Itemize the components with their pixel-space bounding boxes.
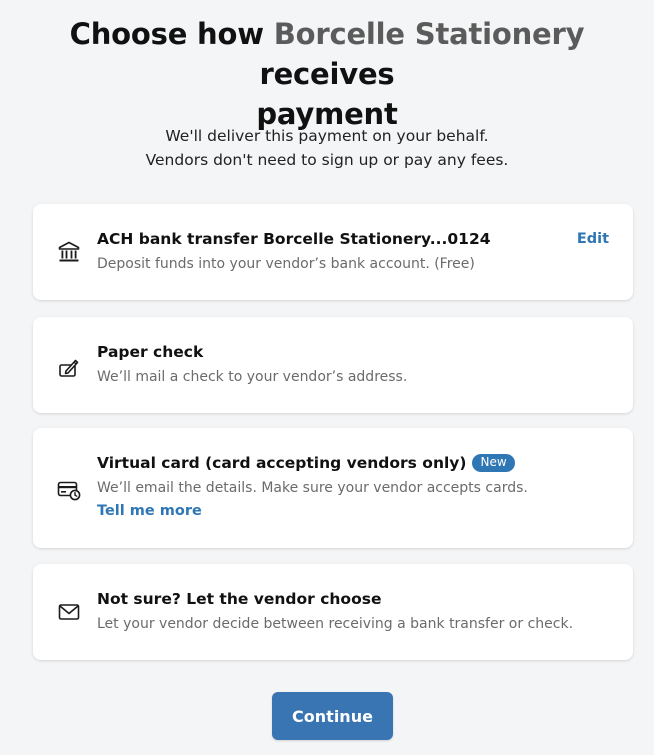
check-sign-icon <box>57 355 81 379</box>
virtual-card-icon <box>57 478 81 502</box>
page-title: Choose how Borcelle Stationery receives … <box>0 14 654 134</box>
option-card-paper-check[interactable]: Paper check We’ll mail a check to your v… <box>33 317 633 413</box>
option-card-virtual-card[interactable]: Virtual card (card accepting vendors onl… <box>33 428 633 548</box>
option-title-row: Virtual card (card accepting vendors onl… <box>97 454 515 472</box>
new-badge: New <box>472 454 515 472</box>
subtitle-line-1: We'll deliver this payment on your behal… <box>165 127 489 145</box>
option-description: We’ll email the details. Make sure your … <box>97 480 528 496</box>
bank-icon <box>57 240 81 264</box>
option-title: Not sure? Let the vendor choose <box>97 590 382 608</box>
edit-link[interactable]: Edit <box>577 231 609 247</box>
option-description: Deposit funds into your vendor’s bank ac… <box>97 256 475 272</box>
option-title: Paper check <box>97 343 204 361</box>
continue-button[interactable]: Continue <box>272 692 393 740</box>
option-title: Virtual card (card accepting vendors onl… <box>97 454 467 472</box>
envelope-icon <box>57 600 81 624</box>
option-description: We’ll mail a check to your vendor’s addr… <box>97 369 408 385</box>
tell-me-more-link[interactable]: Tell me more <box>97 503 202 519</box>
page-subtitle: We'll deliver this payment on your behal… <box>0 124 654 172</box>
option-card-ach-bank-transfer[interactable]: ACH bank transfer Borcelle Stationery...… <box>33 204 633 300</box>
option-title: ACH bank transfer Borcelle Stationery...… <box>97 230 491 248</box>
title-line-1: Choose how Borcelle Stationery receives <box>0 14 654 94</box>
title-prefix: Choose how <box>69 17 274 51</box>
subtitle-line-2: Vendors don't need to sign up or pay any… <box>145 151 509 169</box>
option-description: Let your vendor decide between receiving… <box>97 616 574 632</box>
title-suffix: receives <box>259 57 395 91</box>
vendor-name: Borcelle Stationery <box>273 17 585 51</box>
option-card-vendor-choose[interactable]: Not sure? Let the vendor choose Let your… <box>33 564 633 660</box>
